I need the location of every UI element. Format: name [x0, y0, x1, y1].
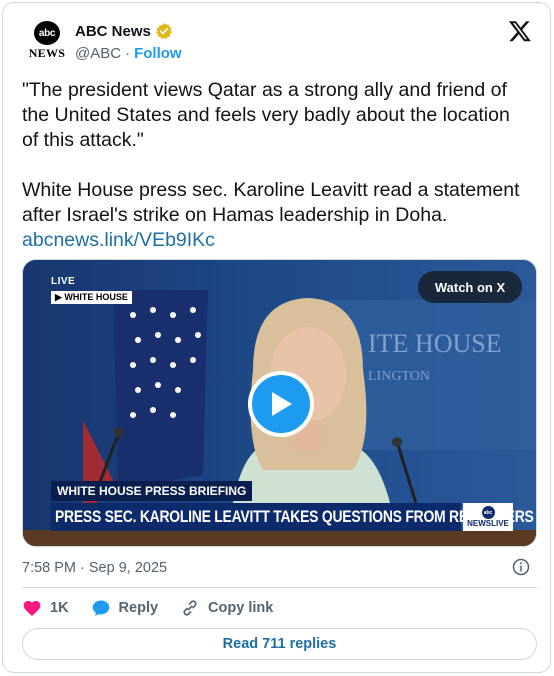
avatar-abc-mark: abc	[34, 21, 60, 45]
tweet-link[interactable]: abcnews.link/VEb9IKc	[22, 228, 537, 253]
tweet-text-line: after Israel's strike on Hamas leadershi…	[22, 204, 448, 226]
watch-on-x-button[interactable]: Watch on X	[418, 271, 522, 303]
tweet-text-line: White House press sec. Karoline Leavitt …	[22, 179, 520, 201]
play-button[interactable]	[248, 371, 314, 437]
x-logo-icon[interactable]	[508, 19, 532, 43]
like-count: 1K	[50, 600, 69, 616]
news-live-badge: abc NEWSLIVE	[463, 503, 513, 531]
live-label: LIVE	[51, 276, 76, 287]
author-name-row: ABC News	[75, 22, 173, 40]
tweet-card: abc NEWS ABC News @ABC · Follow "The pre…	[2, 2, 551, 673]
read-replies-button[interactable]: Read 711 replies	[22, 628, 537, 660]
banner-top: WHITE HOUSE PRESS BRIEFING	[51, 481, 253, 501]
news-live-text: NEWSLIVE	[467, 519, 509, 528]
location-label: ▶ WHITE HOUSE	[51, 291, 132, 304]
like-button[interactable]: 1K	[22, 598, 69, 618]
tweet-timestamp[interactable]: 7:58 PM · Sep 9, 2025	[22, 560, 167, 576]
video-media[interactable]: ITE HOUSE LINGTON LIVE ▶ WHITE HOUSE Wat…	[22, 259, 537, 547]
banner-main-text: PRESS SEC. KAROLINE LEAVITT TAKES QUESTI…	[55, 507, 534, 526]
author-handle[interactable]: @ABC	[75, 45, 121, 62]
link-icon	[183, 600, 197, 616]
backdrop-text: LINGTON	[368, 369, 430, 384]
verified-badge-icon	[155, 23, 172, 39]
tweet-text-line: "The president views Qatar as a strong a…	[22, 79, 507, 101]
news-live-abc: abc	[481, 506, 495, 519]
tweet-text-line: the United States and feels very badly a…	[22, 104, 510, 126]
info-icon[interactable]	[512, 558, 530, 576]
play-icon	[272, 392, 292, 416]
tweet-text: "The president views Qatar as a strong a…	[22, 78, 537, 253]
reply-button[interactable]: Reply	[91, 598, 159, 618]
heart-icon	[23, 600, 41, 616]
reply-bubble-icon	[92, 600, 109, 616]
avatar-news-word: NEWS	[28, 46, 66, 60]
handle-separator: ·	[125, 45, 131, 62]
action-bar: 1K Reply Copy link	[22, 598, 295, 618]
avatar[interactable]: abc NEWS	[27, 21, 67, 61]
reply-label: Reply	[118, 600, 159, 616]
banner-main: PRESS SEC. KAROLINE LEAVITT TAKES QUESTI…	[51, 503, 534, 531]
copy-link-button[interactable]: Copy link	[180, 598, 273, 618]
tweet-text-line: of this attack."	[22, 129, 144, 151]
backdrop-text: ITE HOUSE	[368, 329, 502, 358]
follow-button[interactable]: Follow	[134, 45, 182, 62]
live-badge: LIVE ▶ WHITE HOUSE	[51, 276, 132, 305]
copy-link-label: Copy link	[208, 600, 274, 616]
author-name[interactable]: ABC News	[75, 23, 151, 40]
divider	[22, 587, 537, 588]
author-handle-row: @ABC · Follow	[75, 45, 182, 62]
